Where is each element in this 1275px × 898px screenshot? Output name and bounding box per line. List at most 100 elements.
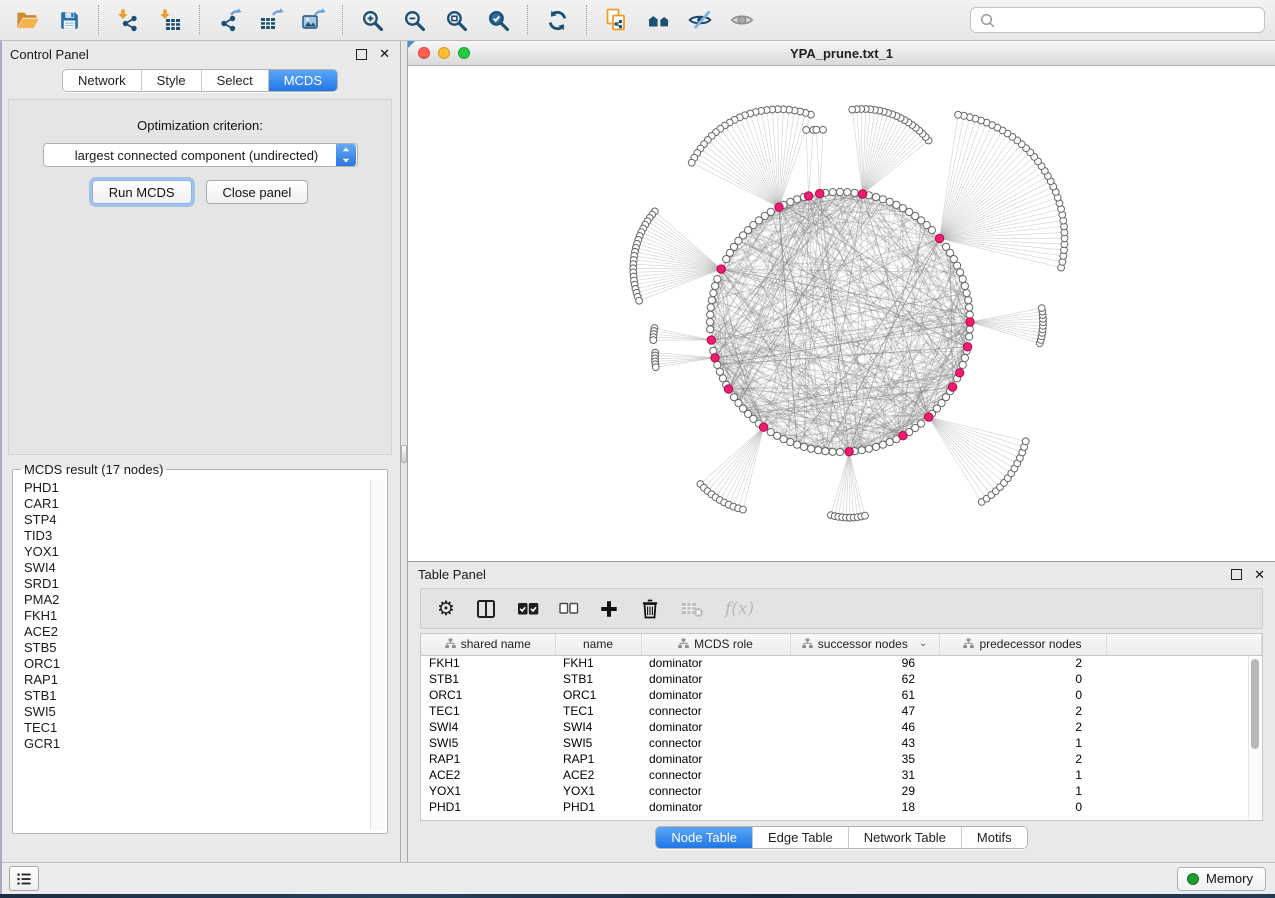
table-cell[interactable]: 1: [939, 735, 1106, 751]
show-panels-button[interactable]: [9, 866, 39, 891]
table-cell[interactable]: 0: [939, 799, 1106, 815]
table-cell[interactable]: 2: [939, 719, 1106, 735]
column-header-MCDS-role[interactable]: MCDS role: [641, 634, 790, 655]
table-row[interactable]: STB1STB1dominator620: [421, 671, 1262, 687]
table-cell[interactable]: connector: [641, 703, 790, 719]
table-cell[interactable]: 0: [939, 671, 1106, 687]
criterion-select[interactable]: largest connected component (undirected): [43, 143, 358, 167]
zoom-selected-button[interactable]: [477, 3, 519, 37]
tab-edge-table[interactable]: Edge Table: [753, 827, 849, 848]
export-table-button[interactable]: [250, 3, 292, 37]
mcds-result-item[interactable]: GCR1: [16, 736, 370, 752]
mcds-result-item[interactable]: PMA2: [16, 592, 370, 608]
table-row[interactable]: ORC1ORC1dominator610: [421, 687, 1262, 703]
table-cell[interactable]: 31: [790, 767, 939, 783]
table-cell[interactable]: SWI5: [421, 735, 555, 751]
tab-style[interactable]: Style: [142, 70, 202, 91]
save-session-button[interactable]: [48, 3, 90, 37]
table-cell[interactable]: 1: [939, 783, 1106, 799]
table-cell[interactable]: ACE2: [555, 767, 641, 783]
table-cell[interactable]: ACE2: [421, 767, 555, 783]
mcds-result-item[interactable]: ACE2: [16, 624, 370, 640]
table-cell[interactable]: STB1: [421, 671, 555, 687]
close-panel-icon[interactable]: ✕: [379, 46, 390, 62]
close-panel-button[interactable]: Close panel: [206, 180, 309, 204]
search-input[interactable]: [1000, 13, 1256, 28]
table-scrollbar[interactable]: [1248, 656, 1261, 819]
table-cell[interactable]: connector: [641, 767, 790, 783]
column-header-name[interactable]: name: [555, 634, 641, 655]
table-cell[interactable]: 29: [790, 783, 939, 799]
tab-network-table[interactable]: Network Table: [849, 827, 962, 848]
table-cell[interactable]: PHD1: [555, 799, 641, 815]
table-row[interactable]: PHD1PHD1dominator180: [421, 799, 1262, 815]
zoom-in-button[interactable]: [351, 3, 393, 37]
mcds-result-item[interactable]: SRD1: [16, 576, 370, 592]
refresh-view-button[interactable]: [536, 3, 578, 37]
table-cell[interactable]: TEC1: [555, 703, 641, 719]
tab-node-table[interactable]: Node Table: [656, 827, 753, 848]
import-table-button[interactable]: [149, 3, 191, 37]
table-cell[interactable]: RAP1: [421, 751, 555, 767]
table-row[interactable]: SWI4SWI4dominator462: [421, 719, 1262, 735]
mcds-result-item[interactable]: STB1: [16, 688, 370, 704]
splitter-grip[interactable]: [401, 445, 407, 463]
maximize-window-icon[interactable]: [458, 47, 470, 59]
export-network-button[interactable]: [208, 3, 250, 37]
export-image-button[interactable]: [292, 3, 334, 37]
tab-motifs[interactable]: Motifs: [962, 827, 1027, 848]
table-cell[interactable]: 2: [939, 751, 1106, 767]
table-cell[interactable]: dominator: [641, 751, 790, 767]
tab-select[interactable]: Select: [202, 70, 269, 91]
mcds-result-item[interactable]: FKH1: [16, 608, 370, 624]
network-graph[interactable]: [408, 66, 1274, 561]
mcds-result-item[interactable]: STP4: [16, 512, 370, 528]
table-cell[interactable]: STB1: [555, 671, 641, 687]
table-row[interactable]: TEC1TEC1connector472: [421, 703, 1262, 719]
table-row[interactable]: SWI5SWI5connector431: [421, 735, 1262, 751]
table-cell[interactable]: PHD1: [421, 799, 555, 815]
table-cell[interactable]: YOX1: [555, 783, 641, 799]
table-cell[interactable]: 2: [939, 703, 1106, 719]
table-cell[interactable]: 61: [790, 687, 939, 703]
table-cell[interactable]: 62: [790, 671, 939, 687]
table-cell[interactable]: dominator: [641, 799, 790, 815]
tab-network[interactable]: Network: [63, 70, 142, 91]
panel-splitter[interactable]: [401, 41, 408, 862]
table-cell[interactable]: YOX1: [421, 783, 555, 799]
table-cell[interactable]: 96: [790, 655, 939, 671]
delete-column-button[interactable]: [639, 597, 661, 620]
mcds-result-item[interactable]: STB5: [16, 640, 370, 656]
mcds-result-item[interactable]: PHD1: [16, 480, 370, 496]
open-file-button[interactable]: [6, 3, 48, 37]
zoom-fit-button[interactable]: [435, 3, 477, 37]
mcds-result-item[interactable]: YOX1: [16, 544, 370, 560]
network-canvas[interactable]: [408, 66, 1275, 561]
select-all-button[interactable]: [517, 602, 539, 616]
table-cell[interactable]: dominator: [641, 655, 790, 671]
mcds-result-item[interactable]: ORC1: [16, 656, 370, 672]
table-cell[interactable]: 1: [939, 767, 1106, 783]
table-cell[interactable]: connector: [641, 735, 790, 751]
table-cell[interactable]: 18: [790, 799, 939, 815]
minimize-window-icon[interactable]: [438, 47, 450, 59]
import-network-button[interactable]: [107, 3, 149, 37]
column-menu-icon[interactable]: ⌄: [919, 638, 927, 649]
show-columns-button[interactable]: [475, 598, 497, 620]
float-panel-icon[interactable]: [356, 49, 367, 60]
table-cell[interactable]: 2: [939, 655, 1106, 671]
table-row[interactable]: ACE2ACE2connector311: [421, 767, 1262, 783]
mcds-result-item[interactable]: TID3: [16, 528, 370, 544]
table-cell[interactable]: dominator: [641, 719, 790, 735]
table-row[interactable]: RAP1RAP1dominator352: [421, 751, 1262, 767]
tab-mcds[interactable]: MCDS: [269, 70, 337, 91]
table-scrollbar-thumb[interactable]: [1251, 659, 1259, 749]
mcds-result-item[interactable]: SWI4: [16, 560, 370, 576]
mcds-result-item[interactable]: SWI5: [16, 704, 370, 720]
column-header-successor-nodes[interactable]: successor nodes⌄: [790, 634, 939, 655]
first-neighbors-button[interactable]: [637, 3, 679, 37]
network-titlebar[interactable]: YPA_prune.txt_1: [408, 41, 1275, 66]
table-cell[interactable]: ORC1: [421, 687, 555, 703]
table-cell[interactable]: FKH1: [555, 655, 641, 671]
close-table-panel-icon[interactable]: ✕: [1254, 567, 1265, 583]
